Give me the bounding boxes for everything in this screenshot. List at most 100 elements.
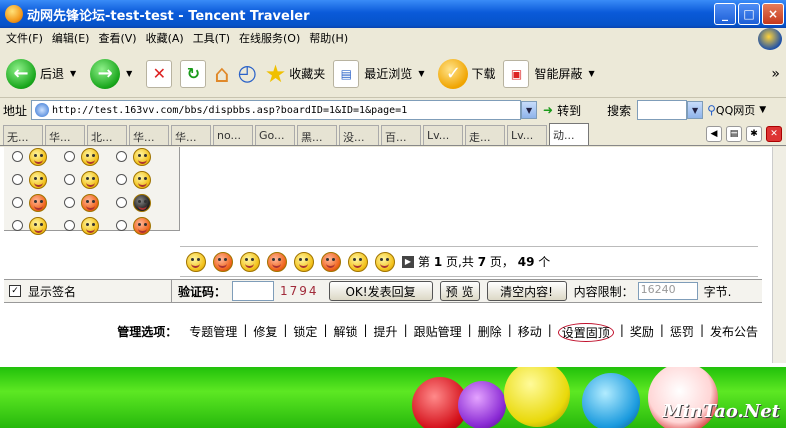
emoticon-icon[interactable] — [240, 251, 260, 272]
tab[interactable]: 无... — [3, 125, 43, 145]
tab-close-icon[interactable]: ✕ — [766, 126, 782, 142]
smiley-icon — [81, 147, 99, 166]
favorites-button[interactable]: ★ 收藏夹 — [265, 60, 326, 88]
history-clock-icon[interactable]: ◴ — [238, 61, 257, 86]
menu-help[interactable]: 帮助(H) — [309, 30, 348, 46]
face-radio[interactable] — [116, 220, 127, 231]
tab[interactable]: 华... — [129, 125, 169, 145]
go-arrow-icon[interactable]: ➜ — [543, 103, 553, 117]
minimize-button[interactable]: _ — [714, 3, 736, 25]
page-content: ▶ 第 1 页,共 7 页， 49 个 ✓ 显示签名 验证码： 1794 OK!… — [0, 147, 772, 363]
admin-link-unlock[interactable]: 解锁 — [333, 323, 357, 342]
tab-pin-icon[interactable]: ✱ — [746, 126, 762, 142]
back-button[interactable]: ← 后退 ▼ — [6, 58, 82, 89]
captcha-input[interactable] — [232, 281, 275, 301]
toolbar-more-chevron[interactable]: » — [771, 66, 780, 82]
go-button[interactable]: 转到 — [557, 102, 581, 119]
tab[interactable]: Lv... — [507, 125, 547, 145]
url-input[interactable]: http://test.163vv.com/bbs/dispbbs.asp?bo… — [31, 100, 522, 120]
tab-active[interactable]: 动... — [549, 123, 589, 145]
admin-link-repair[interactable]: 修复 — [253, 323, 277, 342]
admin-link-set-sticky[interactable]: 设置固顶 — [557, 323, 614, 342]
vertical-scrollbar[interactable] — [772, 147, 786, 363]
close-button[interactable]: × — [762, 3, 784, 25]
smart-block-dropdown-icon[interactable]: ▼ — [589, 69, 595, 78]
search-input[interactable] — [637, 100, 688, 120]
emoticon-icon[interactable] — [348, 251, 368, 272]
back-dropdown-icon[interactable]: ▼ — [70, 69, 76, 78]
tab[interactable]: 黑... — [297, 125, 337, 145]
recent-button[interactable]: ▤ 最近浏览 ▼ — [333, 59, 430, 88]
face-radio[interactable] — [116, 197, 127, 208]
emoticon-icon[interactable] — [267, 251, 287, 272]
emoticon-icon[interactable] — [186, 251, 206, 272]
face-radio[interactable] — [64, 151, 75, 162]
face-radio[interactable] — [12, 220, 23, 231]
clear-content-button[interactable]: 清空内容! — [486, 281, 567, 301]
tab[interactable]: no... — [213, 125, 253, 145]
tab-list-icon[interactable]: ▤ — [726, 126, 742, 142]
tab[interactable]: Lv... — [423, 125, 463, 145]
menu-tools[interactable]: 工具(T) — [193, 30, 230, 46]
tab-back-icon[interactable]: ◀ — [706, 126, 722, 142]
admin-link-topic-management[interactable]: 专题管理 — [189, 323, 237, 342]
signature-toggle: ✓ 显示签名 — [4, 280, 172, 302]
emoticon-icon[interactable] — [294, 251, 314, 272]
tab[interactable]: Go... — [255, 125, 295, 145]
face-radio[interactable] — [64, 174, 75, 185]
download-label: 下载 — [471, 67, 496, 81]
search-engine-label[interactable]: QQ网页 — [716, 102, 755, 118]
menu-favorites[interactable]: 收藏(A) — [146, 30, 184, 46]
search-dropdown-icon[interactable]: ▼ — [687, 101, 704, 119]
admin-link-raise[interactable]: 提升 — [374, 323, 398, 342]
emoticon-icon[interactable] — [375, 251, 395, 272]
address-label: 地址 — [3, 103, 28, 118]
forward-button[interactable]: → ▼ — [90, 58, 138, 89]
tab[interactable]: 没... — [339, 125, 379, 145]
face-radio[interactable] — [116, 151, 127, 162]
face-radio[interactable] — [64, 220, 75, 231]
face-radio[interactable] — [64, 197, 75, 208]
back-arrow-icon: ← — [6, 58, 36, 89]
smart-block-button[interactable]: ▣ 智能屏蔽 ▼ — [503, 59, 600, 88]
tab[interactable]: 华... — [171, 125, 211, 145]
admin-link-reward[interactable]: 奖励 — [630, 323, 654, 342]
admin-link-announcement[interactable]: 发布公告 — [710, 323, 758, 342]
tab[interactable]: 北... — [87, 125, 127, 145]
face-radio[interactable] — [12, 197, 23, 208]
emoticon-icon[interactable] — [213, 251, 233, 272]
page-icon — [35, 103, 50, 117]
emoticon-icon[interactable] — [321, 251, 341, 272]
tab[interactable]: 走... — [465, 125, 505, 145]
download-button[interactable]: ✓ 下载 — [438, 58, 496, 89]
search-engine-dropdown-icon[interactable]: ▼ — [759, 105, 766, 115]
admin-link-move[interactable]: 移动 — [518, 323, 542, 342]
menu-edit[interactable]: 编辑(E) — [52, 30, 90, 46]
refresh-icon[interactable]: ↻ — [180, 59, 207, 88]
preview-button[interactable]: 预 览 — [439, 281, 480, 301]
menu-online-services[interactable]: 在线服务(O) — [239, 30, 300, 46]
next-page-arrow-icon[interactable]: ▶ — [402, 255, 414, 268]
menu-view[interactable]: 查看(V) — [98, 30, 136, 46]
stop-icon[interactable]: ✕ — [146, 59, 173, 88]
admin-link-lock[interactable]: 锁定 — [293, 323, 317, 342]
admin-link-reply-management[interactable]: 跟贴管理 — [414, 323, 462, 342]
tab[interactable]: 华... — [45, 125, 85, 145]
tab[interactable]: 百... — [381, 125, 421, 145]
home-icon[interactable]: ⌂ — [214, 60, 229, 88]
maximize-button[interactable]: □ — [738, 3, 760, 25]
face-radio[interactable] — [12, 174, 23, 185]
menu-file[interactable]: 文件(F) — [6, 30, 43, 46]
show-signature-checkbox[interactable]: ✓ — [9, 285, 21, 297]
recent-dropdown-icon[interactable]: ▼ — [418, 69, 424, 78]
reply-editor[interactable] — [180, 147, 758, 247]
url-dropdown-icon[interactable]: ▼ — [521, 101, 538, 119]
face-radio[interactable] — [12, 151, 23, 162]
menu-bar: 文件(F) 编辑(E) 查看(V) 收藏(A) 工具(T) 在线服务(O) 帮助… — [0, 28, 786, 48]
reply-form-row: ✓ 显示签名 验证码： 1794 OK!发表回复 预 览 清空内容! 内容限制：… — [4, 279, 762, 303]
admin-link-delete[interactable]: 删除 — [478, 323, 502, 342]
admin-link-punish[interactable]: 惩罚 — [670, 323, 694, 342]
submit-reply-button[interactable]: OK!发表回复 — [328, 281, 433, 301]
face-radio[interactable] — [116, 174, 127, 185]
forward-dropdown-icon[interactable]: ▼ — [126, 69, 132, 78]
